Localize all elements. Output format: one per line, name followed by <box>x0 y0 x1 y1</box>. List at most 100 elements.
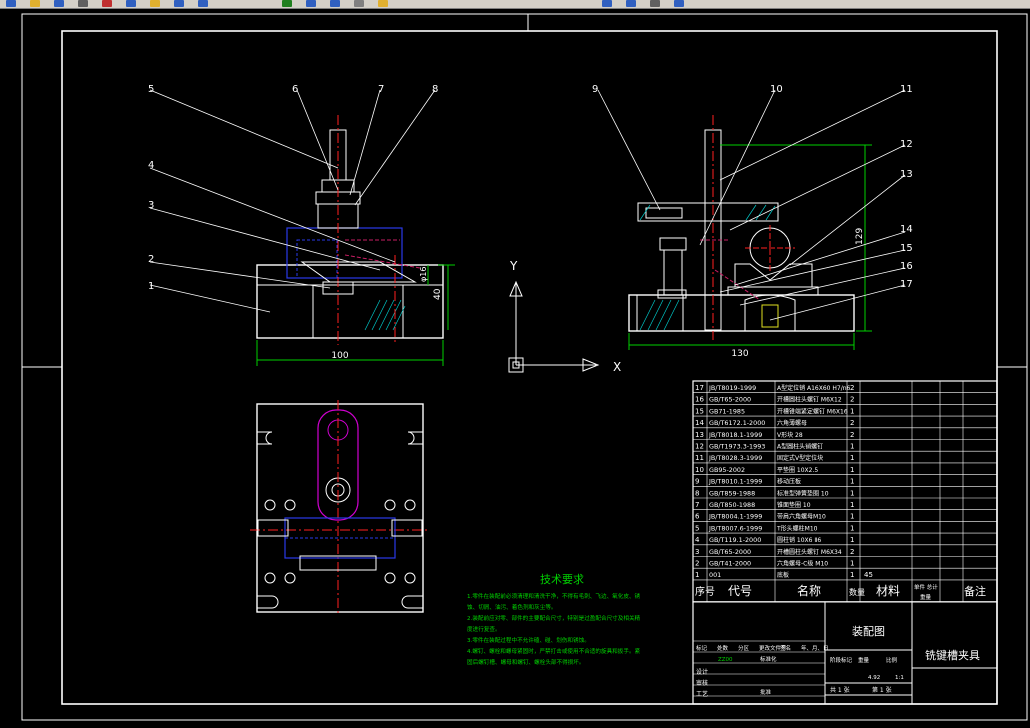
top-view <box>250 400 430 615</box>
tech-req-line: 3.零件在装配过程中不允许磕、碰、划伤和锈蚀。 <box>467 636 590 644</box>
dimension-icon[interactable] <box>650 0 660 7</box>
title-block: 装配图铣键槽夹具标记 处数 分区 更改文件号签名 年、月、日设计审核工艺ZZ00 标准化批… <box>692 601 998 705</box>
bom-cell-name: 开槽圆柱头螺钉 M6X12 <box>777 396 842 404</box>
bom-cell-no: 13 <box>695 431 704 439</box>
bom-header-material: 材料 <box>876 584 900 598</box>
callout-2: 2 <box>148 254 154 265</box>
bom-cell-code: JB/T8018.1-1999 <box>708 431 762 439</box>
bom-cell-qty: 1 <box>850 478 854 486</box>
designer: ZZ00 <box>718 657 733 663</box>
bom-cell-qty: 2 <box>850 384 854 392</box>
bom-cell-code: GB/T119.1-2000 <box>709 536 761 544</box>
outer-border <box>21 13 1028 721</box>
std-label: 标准化 <box>760 655 777 663</box>
bom-cell-qty: 1 <box>850 536 854 544</box>
dim-side-height: 129 <box>855 228 865 245</box>
bom-cell-code: GB/T850-1988 <box>709 501 755 509</box>
bom-cell-name: 固定式V型定位块 <box>777 454 823 462</box>
tech-req-line: 2.装配前应对零、部件的主要配合尺寸，特别是过盈配合尺寸及相关精 <box>467 614 641 622</box>
bom-table: 17 JB/T8019-1999 A型定位销 A16X60 H7/n6 216 GB/T… <box>692 380 998 603</box>
bom-cell-name: A型圆柱头销螺钉 <box>777 443 823 451</box>
zoom-window-icon[interactable] <box>330 0 340 7</box>
bom-cell-qty: 1 <box>850 443 854 451</box>
bom-cell-no: 1 <box>695 571 699 579</box>
bom-cell-no: 14 <box>695 419 704 427</box>
bom-cell-no: 16 <box>695 396 704 404</box>
bom-cell-name: 平垫圈 10X2.5 <box>777 466 818 474</box>
bom-cell-qty: 1 <box>850 454 854 462</box>
bom-cell-code: GB71-1985 <box>709 407 745 415</box>
bom-cell-qty: 1 <box>850 524 854 532</box>
title-row-label: 设计 <box>696 668 708 676</box>
drawing-canvas[interactable]: 100 40 φ16 130 129 Y X 1 2 3 4 5 6 7 8 9… <box>0 9 1030 724</box>
dim-front-height: 40 <box>433 288 443 300</box>
new-icon[interactable] <box>6 0 16 7</box>
rev-header: 处数 <box>717 644 729 652</box>
bom-cell-no: 7 <box>695 501 699 509</box>
bom-cell-name: T形头螺柱M10 <box>776 524 818 532</box>
tech-req-line: 固后螺钉槽、螺母和螺钉、螺栓头部不得损坏。 <box>467 658 584 666</box>
bom-cell-name: A型定位销 A16X60 H7/n6 <box>777 384 851 392</box>
match-icon[interactable] <box>602 0 612 7</box>
redo-icon[interactable] <box>198 0 208 7</box>
bom-cell-code: JB/T8019-1999 <box>708 384 756 392</box>
ucs-y-label: Y <box>509 259 518 273</box>
bom-header-qty: 数量 <box>849 587 865 597</box>
callout-4: 4 <box>148 160 154 171</box>
bom-cell-no: 12 <box>695 443 704 451</box>
callout-14: 14 <box>900 224 913 235</box>
side-view <box>628 115 872 350</box>
callout-1: 1 <box>148 281 154 292</box>
bom-cell-code: JB/T8004.1-1999 <box>708 513 762 521</box>
callout-13: 13 <box>900 169 913 180</box>
ucs-x-label: X <box>613 360 621 374</box>
bom-cell-no: 3 <box>695 548 699 556</box>
pan-icon[interactable] <box>282 0 292 7</box>
zoom-icon[interactable] <box>306 0 316 7</box>
bom-cell-name: 锥面垫圈 10 <box>777 501 811 509</box>
bom-cell-no: 6 <box>695 513 700 521</box>
callout-7: 7 <box>378 84 384 95</box>
bom-header-mass: 单件 总计 <box>914 583 938 591</box>
print-icon[interactable] <box>78 0 88 7</box>
bom-cell-code: GB/T6172.1-2000 <box>709 419 765 427</box>
drawing-title: 装配图 <box>852 625 885 638</box>
bom-cell-no: 4 <box>695 536 700 544</box>
bom-cell-qty: 1 <box>850 466 854 474</box>
copy-icon[interactable] <box>126 0 136 7</box>
bom-cell-qty: 1 <box>850 513 854 521</box>
callout-17: 17 <box>900 279 913 290</box>
save-icon[interactable] <box>54 0 64 7</box>
paste-icon[interactable] <box>150 0 160 7</box>
rev-header: 年、月、日 <box>801 644 829 652</box>
callout-6: 6 <box>292 84 298 95</box>
layer-icon[interactable] <box>378 0 388 7</box>
undo-icon[interactable] <box>174 0 184 7</box>
tech-req-line: 4.螺钉、螺栓和螺母紧固时，严禁打击或使用不合适的旋具和扳手。紧 <box>467 647 641 655</box>
bom-cell-name: 开槽圆柱头螺钉 M6X34 <box>777 548 842 556</box>
ucs-icon <box>508 280 600 373</box>
bom-cell-code: GB/T65-2000 <box>709 396 751 404</box>
bom-cell-code: GB95-2002 <box>709 466 745 474</box>
rev-header: 标记 <box>696 644 708 652</box>
object-icon[interactable] <box>674 0 684 7</box>
title-row-label: 审核 <box>696 679 708 687</box>
callout-16: 16 <box>900 261 913 272</box>
bom-cell-name: 移动压板 <box>777 478 801 486</box>
tech-req-lines: 1.零件在装配前必须清理和清洗干净，不得有毛刺、飞边、氧化皮、锈蚀、切屑、油污、… <box>467 592 641 666</box>
bom-cell-name: 带肩六角螺母M10 <box>777 513 826 521</box>
bom-cell-code: JB/T8028.3-1999 <box>708 454 762 462</box>
bom-cell-no: 11 <box>695 454 704 462</box>
bom-cell-qty: 2 <box>850 419 854 427</box>
open-icon[interactable] <box>30 0 40 7</box>
bom-cell-material: 45 <box>864 571 873 579</box>
bom-cell-code: GB/T1973.3-1993 <box>709 443 765 451</box>
properties-icon[interactable] <box>354 0 364 7</box>
bom-cell-no: 17 <box>695 384 704 392</box>
cut-icon[interactable] <box>102 0 112 7</box>
bom-header-name: 名称 <box>797 583 821 598</box>
help-icon[interactable] <box>626 0 636 7</box>
bom-header-mass-sub: 重量 <box>920 593 932 601</box>
bom-cell-name: 开槽锥端紧定螺钉 M6X16 <box>777 407 848 415</box>
tech-req-line: 度进行复查。 <box>467 625 501 633</box>
